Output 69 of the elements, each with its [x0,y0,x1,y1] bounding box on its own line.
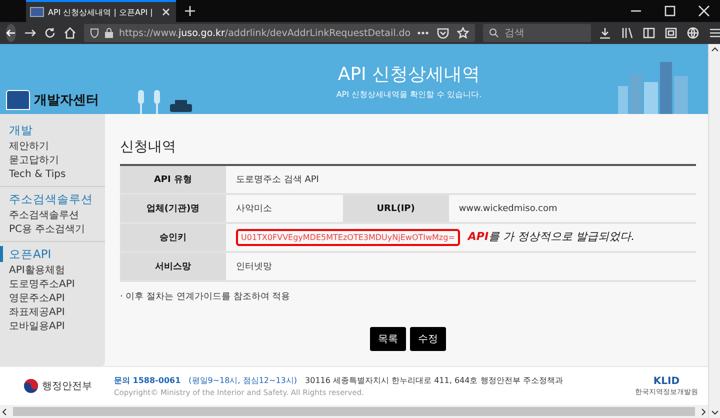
section-title: 신청내역 [120,138,177,156]
api-key-value: U01TX0FVVEgyMDE5MTEzOTE3MDUyNjEwOTIwMzg= [236,229,460,246]
field-label: 업체(기관)명 [120,194,226,223]
lock-icon [105,28,113,38]
download-icon[interactable] [598,27,611,39]
sidebar-item[interactable]: 영문주소API [7,292,105,306]
field-value: 도로명주소 검색 API [226,165,696,194]
taegeuk-icon [24,379,38,393]
field-label: 서비스망 [120,252,226,281]
sidebar-item[interactable]: Tech & Tips [7,168,105,182]
sidebar-section-title[interactable]: 주소검색솔루션 [7,191,105,207]
star-icon[interactable] [456,27,469,39]
field-label: API 유형 [120,165,226,194]
sidebar-section-title[interactable]: 오픈API [0,246,105,262]
browser-tab[interactable]: API 신청상세내역 | 오픈API | [26,0,176,22]
partner-logo: KLID [653,376,680,386]
sidebar-item[interactable]: 주소검색솔루션 [7,209,105,223]
note-text: · 이후 절차는 연계가이드를 참조하여 적용 [120,291,292,303]
hours-text: (평일9~18시, 점심12~13시) [188,375,298,386]
sidebar-item[interactable]: 도로명주소API [7,278,105,292]
search-icon [488,28,499,38]
ministry-name: 행정안전부 [42,380,92,393]
page-title: API 신청상세내역 [338,63,480,86]
new-tab-icon[interactable] [184,5,196,17]
horizontal-scrollbar-thumb[interactable] [13,407,695,416]
scroll-right-icon[interactable] [701,408,706,416]
site-logo-text[interactable]: 개발자센터 [34,91,99,109]
close-icon[interactable] [698,5,710,17]
url-text: https://www.juso.go.kr/addrlink/devAddrLinkRequestDetail.do [119,28,411,38]
scroll-up-icon[interactable] [710,47,718,52]
maximize-icon[interactable] [664,5,676,17]
scroll-left-icon[interactable] [2,408,7,416]
pocket-icon[interactable] [436,27,449,39]
more-icon[interactable] [416,31,429,35]
search-field[interactable]: 검색 [482,24,591,42]
reload-icon[interactable] [44,27,56,39]
field-label: URL(IP) [342,194,449,223]
scroll-down-icon[interactable] [710,410,718,415]
annotation-text: API를 가 정상적으로 발급되었다. [468,230,635,243]
globe-icon[interactable] [686,27,699,39]
field-value: 인터넷망 [226,252,696,281]
action-button[interactable]: 목록 [370,327,406,351]
phone-text: 문의 1588-0061 [114,375,181,386]
back-button[interactable] [6,24,16,42]
sidebar-icon[interactable] [642,27,655,39]
sidebar-item[interactable]: 모바일용API [7,320,105,334]
field-value: www.wickedmiso.com [448,194,696,223]
page-subtitle: API 신청상세내역을 확인할 수 있습니다. [336,89,482,100]
shield-icon [90,28,99,38]
address-bar[interactable]: https://www.juso.go.kr/addrlink/devAddrLinkRequestDetail.do [84,24,475,42]
menu-icon[interactable] [708,27,720,39]
sidebar-item[interactable]: PC용 주소검색기 [7,223,105,237]
site-favicon-icon [30,7,44,17]
tab-title: API 신청상세내역 | 오픈API | [48,6,154,18]
sidebar-item[interactable]: 묻고답하기 [7,154,105,168]
home-icon[interactable] [64,27,76,39]
close-tab-icon[interactable] [160,6,172,18]
screenshot-icon[interactable] [664,27,677,39]
address-text: 30116 세종특별자치시 한누리대로 411, 644호 행정안전부 주소정책과 [305,375,563,386]
field-label: 승인키 [120,223,226,252]
action-button[interactable]: 수정 [410,327,446,351]
search-input[interactable]: 검색 [504,28,585,38]
sidebar-item[interactable]: 좌표제공API [7,306,105,320]
library-icon[interactable] [620,27,633,39]
sidebar-item[interactable]: 제안하기 [7,140,105,154]
forward-icon[interactable] [24,27,36,39]
sidebar-section-title[interactable]: 개발 [7,122,105,138]
emblem-icon [6,90,30,110]
sidebar-item[interactable]: API활용체험 [7,264,105,278]
